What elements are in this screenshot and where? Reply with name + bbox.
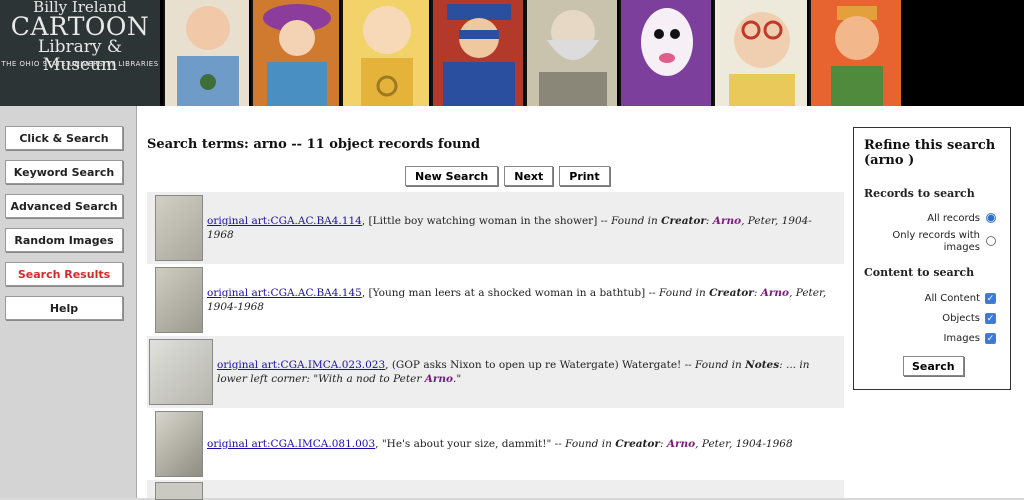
banner-character-5	[525, 0, 617, 106]
page-title: Search terms: arno -- 11 object records …	[147, 137, 481, 152]
banner-character-2	[251, 0, 339, 106]
only-images-radio[interactable]	[986, 236, 996, 246]
banner-character-6	[619, 0, 711, 106]
result-link[interactable]: original art:CGA.IMCA.081.003	[207, 438, 375, 450]
nav-click-search-button[interactable]: Click & Search	[5, 126, 123, 150]
result-row: original art:CGA.AC.BA4.114, [Little boy…	[147, 192, 844, 264]
result-row: original art:CGA.IMCA.081.003, "He's abo…	[147, 408, 844, 480]
nav-help-button[interactable]: Help	[5, 296, 123, 320]
records-to-search-heading: Records to search	[864, 187, 975, 200]
next-button[interactable]: Next	[504, 166, 554, 186]
new-search-button[interactable]: New Search	[405, 166, 499, 186]
museum-logo[interactable]: Billy Ireland CARTOON Library & Museum T…	[0, 0, 160, 106]
all-content-label: All Content	[924, 293, 980, 304]
result-thumbnail[interactable]	[149, 339, 213, 405]
all-records-radio[interactable]	[986, 213, 996, 223]
results-toolbar: New Search Next Print	[405, 166, 610, 186]
nav-keyword-search-button[interactable]: Keyword Search	[5, 160, 123, 184]
sidebar-nav: Click & Search Keyword Search Advanced S…	[0, 106, 137, 498]
result-thumbnail[interactable]	[155, 411, 203, 477]
banner-character-1	[163, 0, 249, 106]
nav-search-results-button[interactable]: Search Results	[5, 262, 123, 286]
result-row: original art:CGA.IMCA.023.023, (GOP asks…	[147, 336, 844, 408]
content-to-search-heading: Content to search	[864, 266, 975, 279]
result-link[interactable]: original art:CGA.AC.BA4.145	[207, 287, 362, 299]
logo-line-4: THE OHIO STATE UNIVERSITY LIBRARIES	[1, 60, 159, 68]
objects-checkbox[interactable]: ✓	[985, 313, 996, 324]
result-thumbnail[interactable]	[155, 267, 203, 333]
images-checkbox[interactable]: ✓	[985, 333, 996, 344]
refine-search-button[interactable]: Search	[903, 356, 964, 376]
result-thumbnail[interactable]	[155, 195, 203, 261]
nav-random-images-button[interactable]: Random Images	[5, 228, 123, 252]
logo-line-3: Library & Museum	[37, 37, 123, 75]
banner-character-3	[341, 0, 429, 106]
result-text: original art:CGA.IMCA.023.023, (GOP asks…	[217, 359, 810, 385]
banner-character-7	[713, 0, 807, 106]
result-text: original art:CGA.AC.BA4.114, [Little boy…	[207, 215, 812, 241]
nav-advanced-search-button[interactable]: Advanced Search	[5, 194, 123, 218]
banner-character-4	[431, 0, 523, 106]
result-text: original art:CGA.IMCA.081.003, "He's abo…	[207, 438, 793, 450]
print-button[interactable]: Print	[559, 166, 610, 186]
images-label: Images	[943, 333, 980, 344]
result-thumbnail[interactable]	[155, 482, 203, 500]
all-records-label: All records	[927, 213, 980, 224]
result-link[interactable]: original art:CGA.AC.BA4.114	[207, 215, 362, 227]
result-text: original art:CGA.AC.BA4.145, [Young man …	[207, 287, 827, 313]
result-row: original art:CGA.AC.BA4.145, [Young man …	[147, 264, 844, 336]
objects-label: Objects	[942, 313, 980, 324]
result-row	[147, 480, 844, 500]
all-content-checkbox[interactable]: ✓	[985, 293, 996, 304]
refine-search-panel: Refine this search (arno ) Records to se…	[853, 127, 1011, 390]
banner-character-8	[809, 0, 901, 106]
refine-title: Refine this search (arno )	[864, 138, 996, 168]
site-header: Billy Ireland CARTOON Library & Museum T…	[0, 0, 1024, 106]
only-images-label: Only records with images	[892, 230, 980, 253]
result-link[interactable]: original art:CGA.IMCA.023.023	[217, 359, 385, 371]
